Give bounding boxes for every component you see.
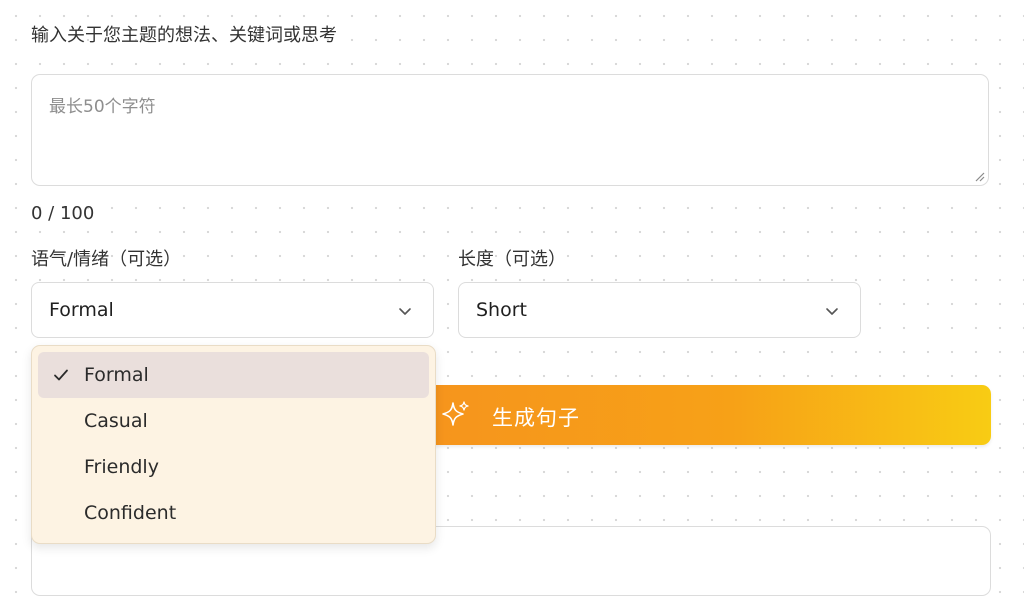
length-select-value: Short: [476, 299, 527, 321]
chevron-down-icon: [826, 308, 838, 315]
prompt-label: 输入关于您主题的想法、关键词或思考: [31, 25, 337, 46]
tone-dropdown-menu: Formal Casual Friendly Confident: [31, 345, 436, 544]
tone-option-label: Formal: [84, 364, 149, 386]
tone-option-label: Casual: [84, 410, 148, 432]
length-label: 长度（可选）: [458, 249, 566, 270]
tone-option-formal[interactable]: Formal: [38, 352, 429, 398]
tone-option-confident[interactable]: Confident: [38, 490, 429, 536]
tone-option-label: Confident: [84, 502, 177, 524]
tone-option-casual[interactable]: Casual: [38, 398, 429, 444]
sparkle-icon: [442, 401, 469, 426]
chevron-down-icon: [399, 308, 411, 315]
generate-button[interactable]: 生成句子: [416, 385, 991, 445]
tone-select-value: Formal: [49, 299, 114, 321]
tone-option-label: Friendly: [84, 456, 159, 478]
tone-label: 语气/情绪（可选）: [31, 249, 182, 270]
length-select[interactable]: Short: [458, 282, 861, 338]
check-icon: [54, 369, 68, 381]
tone-option-friendly[interactable]: Friendly: [38, 444, 429, 490]
char-counter: 0 / 100: [31, 203, 95, 224]
resize-handle-icon[interactable]: [975, 172, 985, 182]
prompt-placeholder: 最长50个字符: [49, 97, 156, 117]
tone-select[interactable]: Formal: [31, 282, 434, 338]
generate-button-label: 生成句子: [492, 406, 580, 430]
prompt-textarea[interactable]: 最长50个字符: [31, 74, 989, 186]
